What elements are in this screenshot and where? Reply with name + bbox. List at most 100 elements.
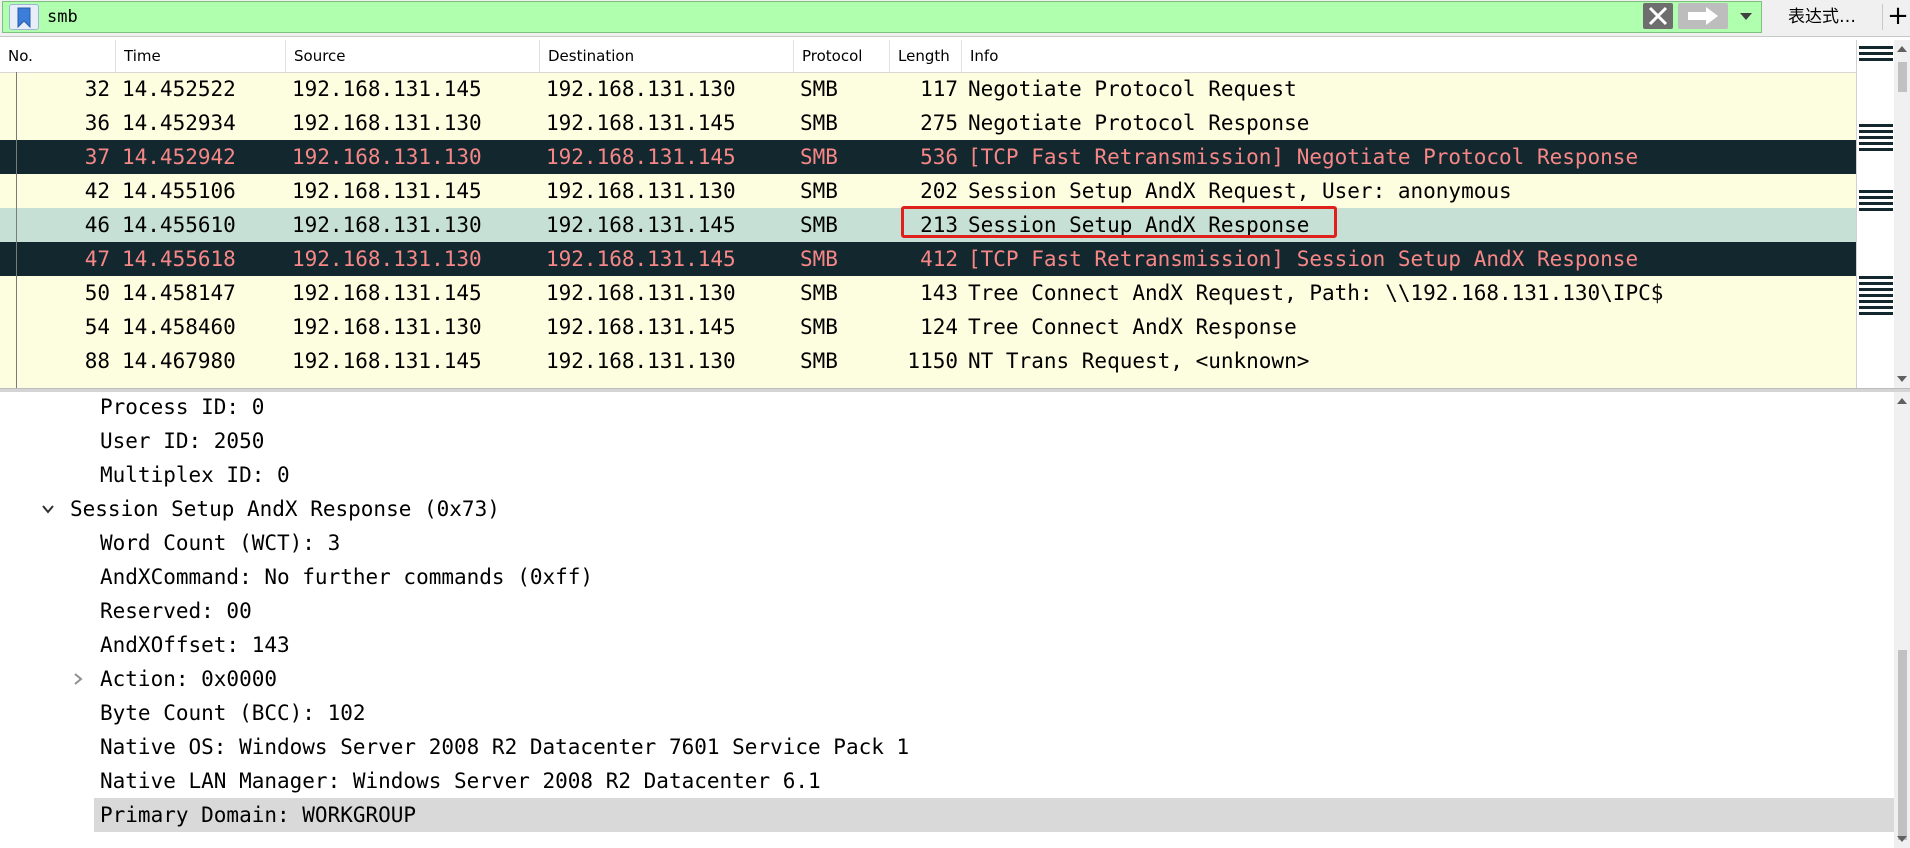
packet-cell-time: 14.458460: [122, 315, 236, 339]
detail-text: User ID: 2050: [100, 429, 265, 453]
packet-cell-dst: 192.168.131.130: [546, 179, 736, 203]
packet-cell-no: 54: [84, 315, 110, 339]
packet-cell-info: [TCP Fast Retransmission] Session Setup …: [968, 247, 1639, 271]
packet-cell-no: 88: [84, 349, 110, 373]
packet-cell-dst: 192.168.131.145: [546, 315, 736, 339]
packet-list-header: No. Time Source Destination Protocol Len…: [0, 40, 1856, 73]
packet-row[interactable]: 36 14.452934 192.168.131.130 192.168.131.14…: [0, 106, 1856, 140]
detail-text: Multiplex ID: 0: [100, 463, 290, 487]
chevron-right-icon[interactable]: [70, 671, 86, 687]
packet-row[interactable]: 42 14.455106 192.168.131.145 192.168.131.13…: [0, 174, 1856, 208]
packet-row[interactable]: 50 14.458147 192.168.131.145 192.168.131.13…: [0, 276, 1856, 310]
packet-row[interactable]: 47 14.455618 192.168.131.130 192.168.131.14…: [0, 242, 1856, 276]
packet-list-pane[interactable]: No. Time Source Destination Protocol Len…: [0, 40, 1910, 388]
packet-row-partial[interactable]: [0, 378, 1856, 388]
packet-cell-src: 192.168.131.145: [292, 349, 482, 373]
detail-row[interactable]: Word Count (WCT): 3: [94, 526, 340, 560]
detail-row[interactable]: Process ID: 0: [94, 392, 264, 424]
packet-cell-len: 117: [920, 77, 958, 101]
column-header-source[interactable]: Source: [286, 40, 540, 72]
packet-cell-len: 143: [920, 281, 958, 305]
detail-text: AndXOffset: 143: [100, 633, 290, 657]
packet-cell-info: Tree Connect AndX Response: [968, 315, 1297, 339]
minimap-mark: [1859, 130, 1893, 133]
packet-row[interactable]: 88 14.467980 192.168.131.145 192.168.131.13…: [0, 344, 1856, 378]
detail-row[interactable]: Reserved: 00: [94, 594, 252, 628]
detail-row[interactable]: AndXCommand: No further commands (0xff): [94, 560, 593, 594]
detail-row[interactable]: Native LAN Manager: Windows Server 2008 …: [94, 764, 821, 798]
detail-text: Byte Count (BCC): 102: [100, 701, 366, 725]
packet-cell-time: 14.455106: [122, 179, 236, 203]
packet-cell-info: Session Setup AndX Request, User: anonym…: [968, 179, 1512, 203]
packet-cell-src: 192.168.131.130: [292, 111, 482, 135]
filter-bookmark-button[interactable]: [9, 4, 39, 30]
toolbar-divider: [1882, 4, 1883, 30]
packet-cell-info: [TCP Fast Retransmission] Negotiate Prot…: [968, 145, 1639, 169]
packet-cell-len: 412: [920, 247, 958, 271]
column-header-destination[interactable]: Destination: [540, 40, 794, 72]
arrow-right-icon: [1688, 7, 1718, 25]
minimap-mark: [1859, 136, 1893, 139]
clear-filter-button[interactable]: [1643, 3, 1673, 29]
expression-button[interactable]: 表达式…: [1766, 2, 1878, 32]
packet-cell-proto: SMB: [800, 213, 838, 237]
detail-row[interactable]: Byte Count (BCC): 102: [94, 696, 366, 730]
minimap-mark: [1859, 306, 1893, 309]
detail-row[interactable]: User ID: 2050: [94, 424, 264, 458]
packet-cell-src: 192.168.131.145: [292, 77, 482, 101]
details-scrollbar[interactable]: [1894, 392, 1910, 848]
packet-details-pane[interactable]: Process ID: 0 User ID: 2050 Multiplex ID: …: [0, 392, 1910, 848]
display-filter-input[interactable]: [47, 5, 1637, 29]
packet-cell-src: 192.168.131.130: [292, 145, 482, 169]
minimap-mark: [1859, 282, 1893, 285]
minimap-mark: [1859, 124, 1893, 127]
apply-filter-button[interactable]: [1678, 3, 1728, 29]
minimap-mark: [1859, 202, 1893, 205]
scroll-thumb[interactable]: [1898, 650, 1907, 840]
column-header-time[interactable]: Time: [116, 40, 286, 72]
packet-cell-time: 14.452522: [122, 77, 236, 101]
packet-row[interactable]: 32 14.452522 192.168.131.145 192.168.131.13…: [0, 72, 1856, 106]
detail-text: AndXCommand: No further commands (0xff): [100, 565, 594, 589]
packet-cell-no: 32: [84, 77, 110, 101]
packet-cell-proto: SMB: [800, 349, 838, 373]
scroll-down-arrow[interactable]: [1897, 376, 1907, 382]
packet-cell-time: 14.455618: [122, 247, 236, 271]
detail-row[interactable]: Primary Domain: WORKGROUP: [94, 798, 1894, 832]
detail-row[interactable]: AndXOffset: 143: [94, 628, 290, 662]
packet-row[interactable]: 37 14.452942 192.168.131.130 192.168.131.14…: [0, 140, 1856, 174]
packet-list-scrollbar[interactable]: [1894, 40, 1910, 388]
column-header-length[interactable]: Length: [890, 40, 962, 72]
scroll-up-arrow[interactable]: [1897, 398, 1907, 404]
packet-cell-proto: SMB: [800, 111, 838, 135]
packet-cell-dst: 192.168.131.145: [546, 213, 736, 237]
packet-cell-proto: SMB: [800, 247, 838, 271]
detail-row[interactable]: Session Setup AndX Response (0x73): [64, 492, 500, 526]
minimap-mark: [1859, 294, 1893, 297]
packet-cell-src: 192.168.131.130: [292, 315, 482, 339]
add-filter-button[interactable]: +: [1886, 2, 1910, 32]
column-header-protocol[interactable]: Protocol: [794, 40, 890, 72]
detail-row[interactable]: Multiplex ID: 0: [94, 458, 290, 492]
packet-minimap[interactable]: [1856, 40, 1895, 388]
detail-row[interactable]: Native OS: Windows Server 2008 R2 Datace…: [94, 730, 909, 764]
column-header-info[interactable]: Info: [962, 40, 1856, 72]
display-filter-box: [2, 1, 1762, 33]
scroll-up-arrow[interactable]: [1897, 46, 1907, 52]
scroll-thumb[interactable]: [1898, 62, 1907, 92]
packet-cell-src: 192.168.131.130: [292, 247, 482, 271]
packet-row[interactable]: 54 14.458460 192.168.131.130 192.168.131.14…: [0, 310, 1856, 344]
minimap-mark: [1859, 312, 1893, 315]
packet-cell-info: Tree Connect AndX Request, Path: \\192.1…: [968, 281, 1664, 305]
packet-cell-proto: SMB: [800, 179, 838, 203]
packet-cell-len: 275: [920, 111, 958, 135]
detail-row[interactable]: Action: 0x0000: [94, 662, 277, 696]
recent-filters-dropdown[interactable]: [1734, 3, 1758, 29]
scroll-down-arrow[interactable]: [1897, 836, 1907, 842]
chevron-down-icon[interactable]: [40, 501, 56, 517]
close-icon: [1648, 6, 1668, 26]
packet-cell-info: Negotiate Protocol Request: [968, 77, 1297, 101]
detail-text: Native LAN Manager: Windows Server 2008 …: [100, 769, 821, 793]
packet-cell-len: 124: [920, 315, 958, 339]
column-header-no[interactable]: No.: [0, 40, 116, 72]
